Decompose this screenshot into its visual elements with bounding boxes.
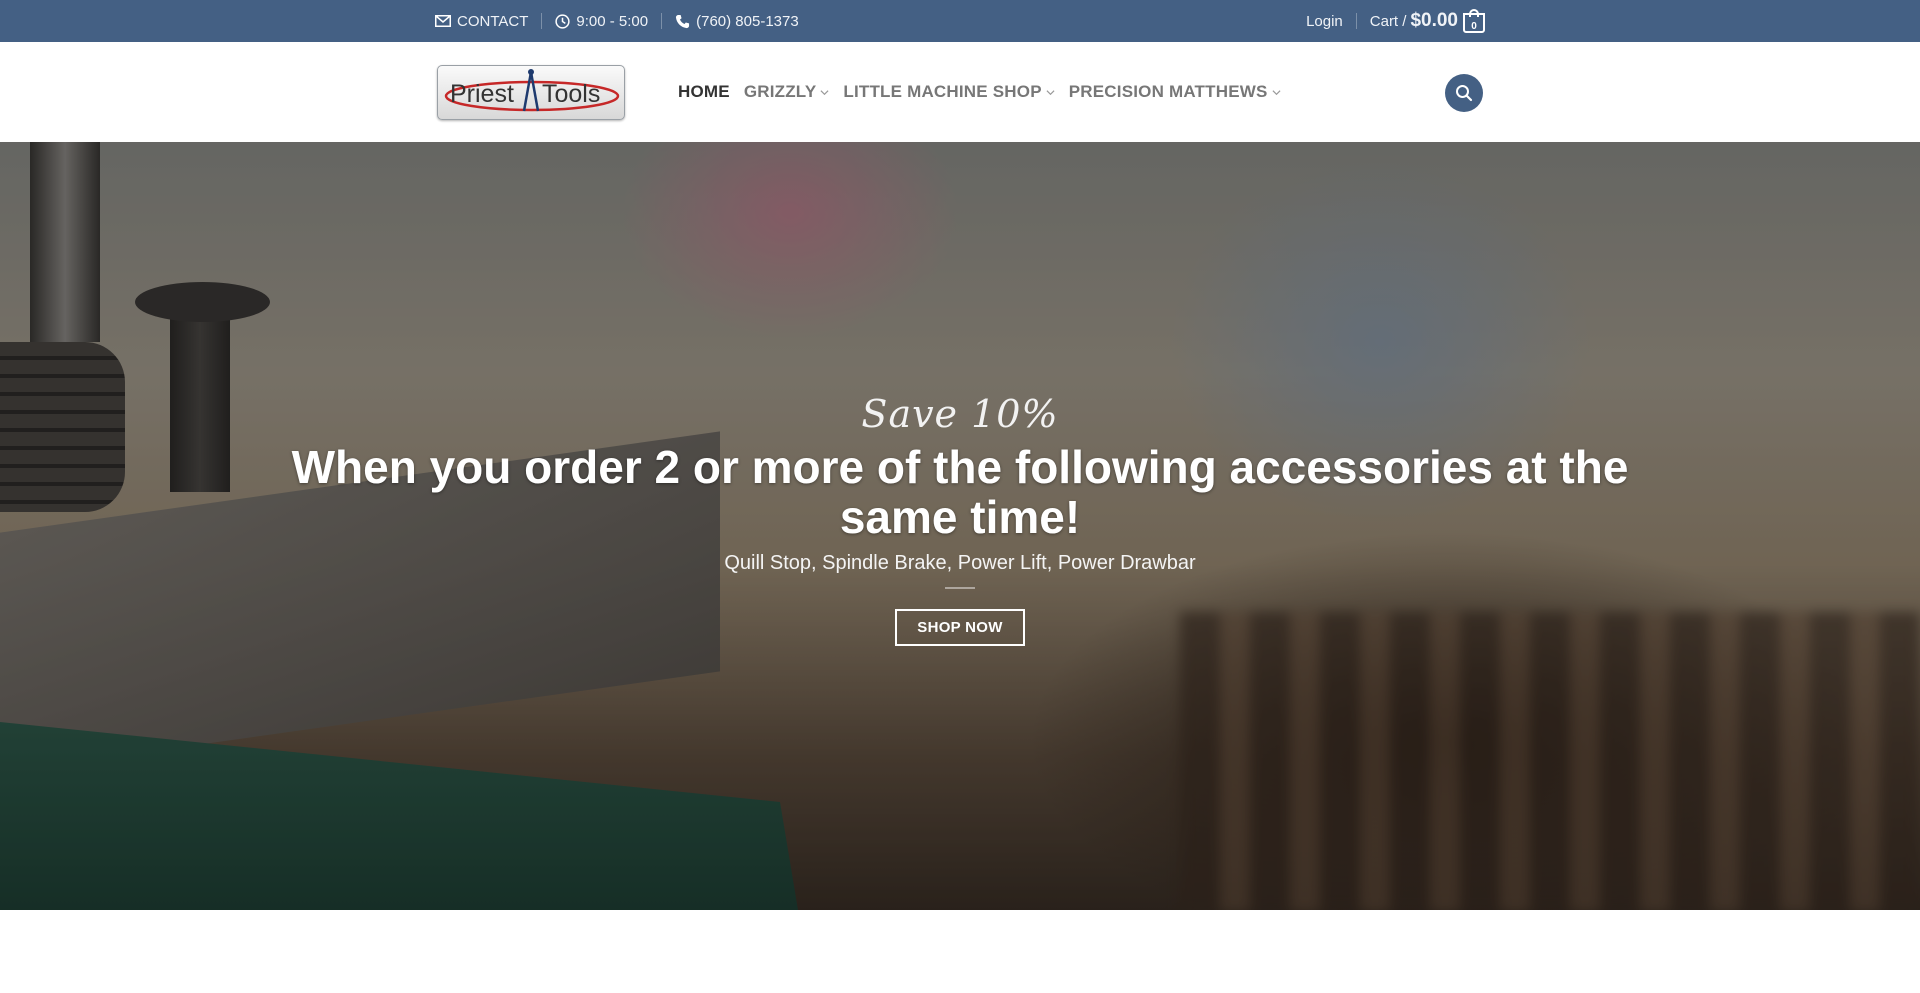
- contact-link[interactable]: CONTACT: [435, 13, 528, 30]
- nav-precision-matthews[interactable]: PRECISION MATTHEWS: [1069, 82, 1281, 102]
- clock-icon: [555, 13, 571, 29]
- phone-label: (760) 805-1373: [696, 12, 799, 30]
- envelope-icon: [435, 15, 451, 27]
- phone-link[interactable]: (760) 805-1373: [675, 13, 799, 30]
- hero-subtext: Quill Stop, Spindle Brake, Power Lift, P…: [724, 552, 1196, 574]
- nav-grizzly-label: GRIZZLY: [743, 82, 817, 101]
- cart-link[interactable]: Cart / $0.00 0: [1370, 9, 1485, 33]
- nav-home-label: HOME: [678, 82, 730, 101]
- nav-little-machine-shop[interactable]: LITTLE MACHINE SHOP: [843, 82, 1055, 102]
- top-bar: CONTACT 9:00 - 5:00 (760) 805-1373 Login: [0, 0, 1920, 42]
- divider: [541, 13, 543, 29]
- hours-info: 9:00 - 5:00: [555, 13, 648, 30]
- svg-text:Tools: Tools: [542, 80, 600, 108]
- chevron-down-icon: [820, 89, 829, 95]
- phone-icon: [675, 14, 690, 29]
- search-icon: [1456, 85, 1473, 102]
- hero-script-text: Save 10%: [861, 392, 1059, 436]
- hero-divider: [945, 587, 975, 589]
- nav-precision-matthews-label: PRECISION MATTHEWS: [1068, 82, 1268, 101]
- site-logo[interactable]: Priest Tools: [437, 65, 625, 120]
- nav-home[interactable]: HOME: [678, 82, 730, 102]
- divider: [1355, 13, 1357, 29]
- hero-banner: Save 10% When you order 2 or more of the…: [0, 142, 1920, 910]
- main-header: Priest Tools HOME GRIZZLY LITTLE MACHINE…: [0, 42, 1920, 142]
- hero-headline: When you order 2 or more of the followin…: [291, 441, 1629, 543]
- svg-text:Priest: Priest: [450, 80, 514, 108]
- cart-amount: $0.00: [1410, 10, 1458, 31]
- divider: [661, 13, 663, 29]
- login-link[interactable]: Login: [1306, 13, 1343, 30]
- chevron-down-icon: [1272, 89, 1281, 95]
- nav-grizzly[interactable]: GRIZZLY: [744, 82, 830, 102]
- search-button[interactable]: [1445, 74, 1483, 112]
- nav-little-machine-shop-label: LITTLE MACHINE SHOP: [843, 82, 1042, 101]
- chevron-down-icon: [1046, 89, 1055, 95]
- cart-count: 0: [1471, 21, 1477, 32]
- hero-content: Save 10% When you order 2 or more of the…: [0, 392, 1920, 646]
- main-nav: HOME GRIZZLY LITTLE MACHINE SHOP PRECISI…: [678, 42, 1295, 142]
- shopping-bag-icon: 0: [1463, 9, 1485, 33]
- shop-now-button[interactable]: SHOP NOW: [895, 609, 1025, 646]
- hours-label: 9:00 - 5:00: [576, 12, 649, 30]
- cart-label: Cart /: [1369, 12, 1407, 30]
- contact-label: CONTACT: [457, 12, 529, 30]
